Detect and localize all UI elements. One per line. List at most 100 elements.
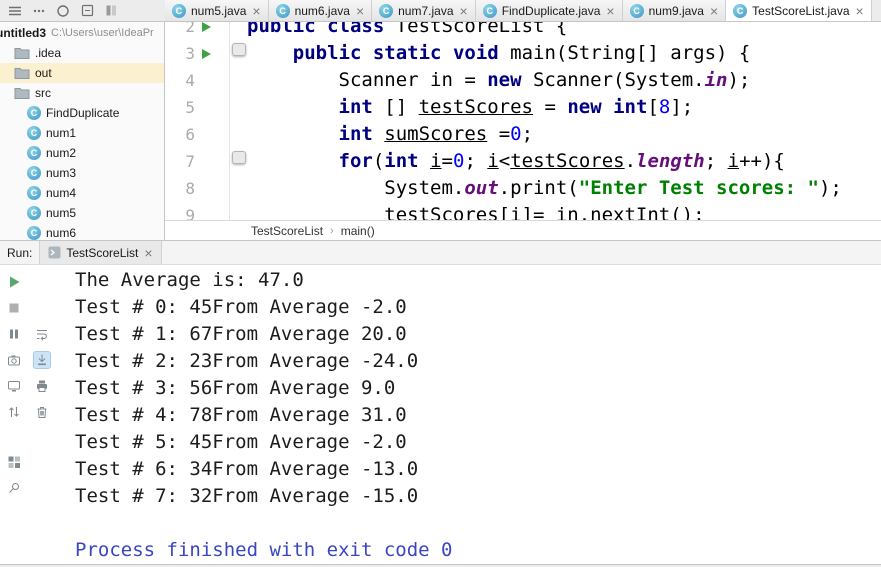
folder-icon bbox=[14, 66, 30, 80]
code-line: 4 Scanner in = new Scanner(System.in); bbox=[165, 67, 881, 94]
more-dots-icon[interactable] bbox=[33, 5, 45, 17]
sort-icon[interactable] bbox=[5, 403, 23, 421]
tree-item-findduplicate[interactable]: CFindDuplicate bbox=[0, 103, 164, 123]
run-toolbar-console bbox=[28, 265, 56, 564]
editor-tab-num9-java[interactable]: Cnum9.java× bbox=[623, 0, 727, 21]
class-icon: C bbox=[733, 4, 747, 18]
tree-item-num6[interactable]: Cnum6 bbox=[0, 223, 164, 240]
run-toolbar-main bbox=[0, 265, 28, 564]
code-line: 7 for(int i=0; i<testScores.length; i++)… bbox=[165, 148, 881, 175]
gutter-run-slot bbox=[195, 94, 229, 121]
run-tab-label: TestScoreList bbox=[66, 246, 138, 260]
tree-item-num2[interactable]: Cnum2 bbox=[0, 143, 164, 163]
line-number[interactable]: 8 bbox=[165, 175, 195, 202]
console-line: Test # 6: 34From Average -13.0 bbox=[75, 456, 881, 483]
snapshot-icon[interactable] bbox=[5, 351, 23, 369]
tree-item-out[interactable]: out bbox=[0, 63, 164, 83]
folder-icon bbox=[14, 46, 30, 60]
project-root[interactable]: untitled3 C:\Users\user\IdeaPr bbox=[0, 22, 164, 43]
gutter-fold-slot bbox=[229, 22, 245, 40]
fold-marker[interactable] bbox=[232, 43, 246, 56]
box-icon-1[interactable] bbox=[81, 4, 94, 17]
class-icon: C bbox=[27, 126, 41, 140]
rerun-icon[interactable] bbox=[5, 273, 23, 291]
code-text: System.out.print("Enter Test scores: "); bbox=[245, 175, 842, 202]
code-line: 9 testScores[i]= in.nextInt(); bbox=[165, 202, 881, 220]
class-icon: C bbox=[27, 146, 41, 160]
run-arrow-icon[interactable] bbox=[200, 48, 212, 60]
line-number[interactable]: 2 bbox=[165, 22, 195, 40]
class-icon: C bbox=[27, 226, 41, 240]
editor-tab-num5-java[interactable]: Cnum5.java × bbox=[165, 0, 269, 21]
tab-label: FindDuplicate.java bbox=[502, 4, 601, 18]
circle-icon[interactable] bbox=[56, 4, 70, 18]
tab-close-icon[interactable]: × bbox=[856, 4, 864, 18]
console-line: Test # 4: 78From Average 31.0 bbox=[75, 402, 881, 429]
tab-close-icon[interactable]: × bbox=[606, 4, 614, 18]
gutter-run-slot bbox=[195, 22, 229, 40]
tree-item-label: num5 bbox=[46, 206, 76, 220]
tree-item-label: num6 bbox=[46, 226, 76, 240]
editor-tab-testscorelist-java[interactable]: CTestScoreList.java× bbox=[726, 0, 872, 21]
stop-icon[interactable] bbox=[5, 299, 23, 317]
tree-item-num3[interactable]: Cnum3 bbox=[0, 163, 164, 183]
gutter-run-slot bbox=[195, 67, 229, 94]
breadcrumb-separator-icon: › bbox=[330, 225, 334, 237]
ide-window: Cnum5.java×Cnum6.java×Cnum7.java×CFindDu… bbox=[0, 0, 881, 567]
run-tab-close-icon[interactable]: × bbox=[144, 246, 152, 260]
tab-close-icon[interactable]: × bbox=[252, 4, 260, 18]
breadcrumb: TestScoreList › main() bbox=[165, 220, 881, 240]
pause-output-icon[interactable] bbox=[5, 325, 23, 343]
tree-item-src[interactable]: src bbox=[0, 83, 164, 103]
tree-item-idea[interactable]: .idea bbox=[0, 43, 164, 63]
topbar-icons bbox=[0, 0, 165, 21]
line-number[interactable]: 7 bbox=[165, 148, 195, 175]
console-output[interactable]: The Average is: 47.0Test # 0: 45From Ave… bbox=[56, 265, 881, 564]
fold-marker[interactable] bbox=[232, 151, 246, 164]
run-body: The Average is: 47.0Test # 0: 45From Ave… bbox=[0, 265, 881, 564]
pin-icon[interactable] bbox=[5, 479, 23, 497]
print-icon[interactable] bbox=[33, 377, 51, 395]
tab-label: num7.java bbox=[398, 4, 453, 18]
soft-wrap-icon[interactable] bbox=[33, 325, 51, 343]
editor[interactable]: 2public class TestScoreList {3 public st… bbox=[165, 22, 881, 220]
editor-tab-num7-java[interactable]: Cnum7.java× bbox=[372, 0, 476, 21]
monitor-icon[interactable] bbox=[5, 377, 23, 395]
gutter-fold-slot bbox=[229, 40, 245, 67]
project-tree: .ideaoutsrcCFindDuplicateCnum1Cnum2Cnum3… bbox=[0, 43, 164, 240]
gutter-fold-slot bbox=[229, 94, 245, 121]
editor-column: 2public class TestScoreList {3 public st… bbox=[165, 22, 881, 240]
tab-close-icon[interactable]: × bbox=[356, 4, 364, 18]
code-line: 2public class TestScoreList { bbox=[165, 22, 881, 40]
tab-close-icon[interactable]: × bbox=[460, 4, 468, 18]
tree-item-num1[interactable]: Cnum1 bbox=[0, 123, 164, 143]
tree-item-num5[interactable]: Cnum5 bbox=[0, 203, 164, 223]
topbar: Cnum5.java×Cnum6.java×Cnum7.java×CFindDu… bbox=[0, 0, 881, 22]
box-icon-2[interactable] bbox=[105, 4, 118, 17]
class-icon: C bbox=[276, 4, 290, 18]
editor-tab-num6-java[interactable]: Cnum6.java× bbox=[269, 0, 373, 21]
code-line: 8 System.out.print("Enter Test scores: "… bbox=[165, 175, 881, 202]
console-line: Process finished with exit code 0 bbox=[75, 537, 881, 564]
tab-label: num5.java bbox=[191, 4, 246, 18]
editor-tab-findduplicate-java[interactable]: CFindDuplicate.java× bbox=[476, 0, 623, 21]
tab-close-icon[interactable]: × bbox=[710, 4, 718, 18]
line-number[interactable]: 9 bbox=[165, 202, 195, 220]
line-number[interactable]: 4 bbox=[165, 67, 195, 94]
class-icon: C bbox=[172, 4, 186, 18]
hamburger-menu-icon[interactable] bbox=[8, 5, 22, 17]
breadcrumb-method[interactable]: main() bbox=[341, 224, 375, 238]
code-text: for(int i=0; i<testScores.length; i++){ bbox=[245, 148, 785, 175]
breadcrumb-class[interactable]: TestScoreList bbox=[251, 224, 323, 238]
line-number[interactable]: 3 bbox=[165, 40, 195, 67]
run-arrow-icon[interactable] bbox=[200, 22, 212, 33]
line-number[interactable]: 6 bbox=[165, 121, 195, 148]
class-icon: C bbox=[27, 106, 41, 120]
tree-item-num4[interactable]: Cnum4 bbox=[0, 183, 164, 203]
run-tab[interactable]: TestScoreList × bbox=[39, 241, 161, 264]
code-line: 3 public static void main(String[] args)… bbox=[165, 40, 881, 67]
toolwindow-grid-icon[interactable] bbox=[5, 453, 23, 471]
clear-console-icon[interactable] bbox=[33, 403, 51, 421]
line-number[interactable]: 5 bbox=[165, 94, 195, 121]
scroll-to-end-icon[interactable] bbox=[33, 351, 51, 369]
